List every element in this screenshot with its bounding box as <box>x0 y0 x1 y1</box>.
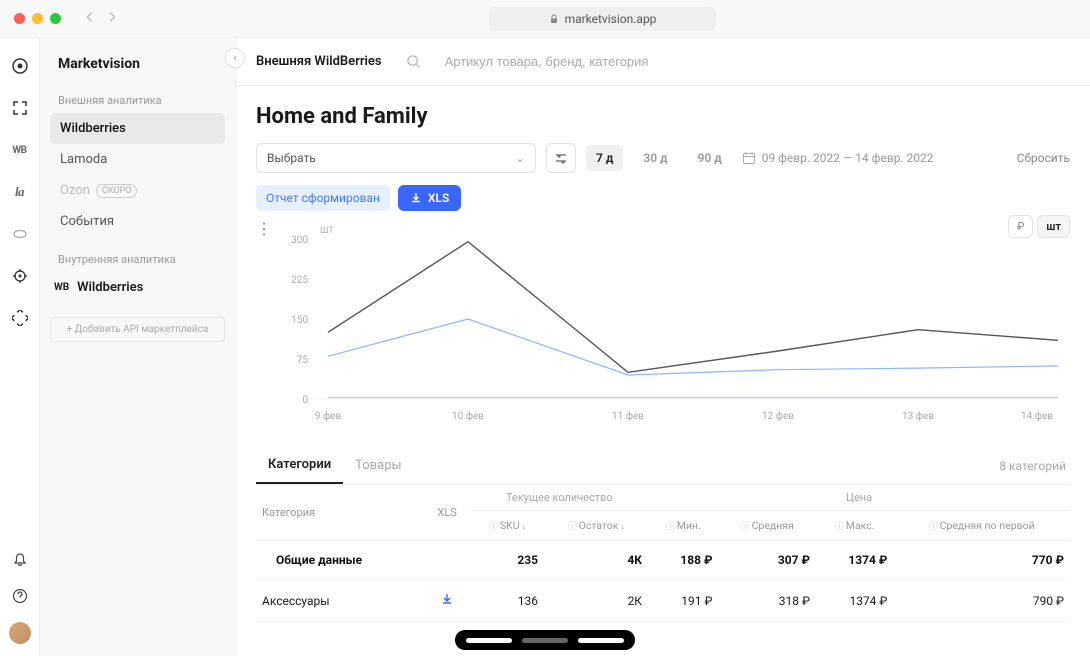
th-xls: XLS <box>424 485 471 541</box>
window-controls <box>14 13 61 24</box>
th-max[interactable]: ⓘМакс. <box>816 511 893 541</box>
chevron-down-icon: ⌄ <box>515 151 525 165</box>
th-group-qty: Текущее количество <box>471 485 649 511</box>
ozon-icon[interactable] <box>10 224 30 244</box>
th-sku[interactable]: ⓘSKU↓ <box>471 511 545 541</box>
brand-logo: Marketvision <box>50 52 225 88</box>
reset-filters-link[interactable]: Сбросить <box>1017 151 1070 165</box>
collapse-icon[interactable] <box>10 308 30 328</box>
rail-la[interactable]: la <box>10 182 30 202</box>
maximize-window-icon[interactable] <box>50 13 61 24</box>
svg-text:10 фев: 10 фев <box>452 410 484 422</box>
svg-text:75: 75 <box>297 355 309 366</box>
bell-icon[interactable] <box>10 550 30 570</box>
search-icon <box>406 54 421 69</box>
avatar[interactable] <box>9 622 31 644</box>
svg-text:14 фев: 14 фев <box>1021 410 1053 422</box>
sidebar-item-events[interactable]: События <box>50 206 225 237</box>
unit-rub[interactable]: ₽ <box>1008 215 1033 238</box>
svg-text:150: 150 <box>291 315 308 326</box>
home-indicator <box>455 630 635 650</box>
report-status-badge: Отчет сформирован <box>256 185 390 211</box>
sidebar-item-ozon: OzonСКОРО <box>50 175 225 206</box>
download-row-icon[interactable] <box>440 595 454 609</box>
data-table: Категория XLS Текущее количество Цена ⓘS… <box>256 485 1070 622</box>
svg-text:9 фев: 9 фев <box>315 410 342 422</box>
svg-text:225: 225 <box>291 275 308 286</box>
sidebar-item-wildberries[interactable]: Wildberries <box>50 113 225 144</box>
back-button[interactable] <box>83 10 97 28</box>
th-category[interactable]: Категория <box>256 485 424 541</box>
minimize-window-icon[interactable] <box>32 13 43 24</box>
range-30d[interactable]: 30 д <box>633 145 677 171</box>
chart-menu-button[interactable]: ⋮ <box>256 219 272 238</box>
crosshair-icon[interactable] <box>10 266 30 286</box>
svg-text:0: 0 <box>302 395 308 406</box>
range-7d[interactable]: 7 д <box>586 145 623 171</box>
search-input[interactable] <box>445 54 1070 69</box>
main-content: Внешняя WildBerries Home and Family Выбр… <box>236 38 1090 656</box>
topbar: Внешняя WildBerries <box>236 38 1090 86</box>
unit-pcs[interactable]: шт <box>1037 215 1070 238</box>
filter-row: Выбрать ⌄ 7 д 30 д 90 д 09 февр. 2022 — … <box>256 143 1070 173</box>
th-min[interactable]: ⓘМин. <box>648 511 718 541</box>
tab-products[interactable]: Товары <box>343 448 413 483</box>
calendar-icon <box>742 151 756 165</box>
address-bar[interactable]: marketvision.app <box>489 7 717 31</box>
th-group-price: Цена <box>648 485 1070 511</box>
export-xls-button[interactable]: XLS <box>398 185 461 211</box>
tab-categories[interactable]: Категории <box>256 447 343 484</box>
svg-text:12 фев: 12 фев <box>762 410 794 422</box>
close-window-icon[interactable] <box>14 13 25 24</box>
sidebar-internal-wildberries[interactable]: WB Wildberries <box>50 272 225 303</box>
category-count: 8 категорий <box>999 459 1070 473</box>
table-row-total: Общие данные 235 4К 188 ₽ 307 ₽ 1374 ₽ 7… <box>256 541 1070 580</box>
browser-titlebar: marketvision.app <box>0 0 1090 38</box>
svg-text:300: 300 <box>291 235 308 246</box>
sidebar-section-external: Внешняя аналитика <box>50 88 225 113</box>
table-row[interactable]: Аксессуары 136 2К 191 ₽ 318 ₽ 1374 ₽ 790… <box>256 580 1070 622</box>
filter-settings-button[interactable] <box>546 143 576 173</box>
url-text: marketvision.app <box>565 12 657 26</box>
soon-badge: СКОРО <box>96 184 138 198</box>
date-range-picker[interactable]: 09 февр. 2022 — 14 февр. 2022 <box>742 151 934 165</box>
line-chart-svg: ШТ 300 225 150 75 0 9 фев 10 фев <box>256 219 1070 439</box>
sidebar-section-internal: Внутренняя аналитика <box>50 247 225 272</box>
svg-text:13 фев: 13 фев <box>902 410 934 422</box>
rail-wb[interactable]: WB <box>10 140 30 160</box>
forward-button[interactable] <box>105 10 119 28</box>
breadcrumb: Внешняя WildBerries <box>256 54 382 69</box>
svg-text:ШТ: ШТ <box>320 226 334 236</box>
svg-text:11 фев: 11 фев <box>612 410 644 422</box>
chart: ⋮ ₽ шт ШТ 300 225 150 75 0 <box>256 219 1070 443</box>
th-avg-first[interactable]: ⓘСредняя по первой <box>893 511 1070 541</box>
th-avg[interactable]: ⓘСредняя <box>718 511 816 541</box>
page-title: Home and Family <box>256 104 1070 129</box>
th-stock[interactable]: ⓘОстаток↓ <box>544 511 648 541</box>
help-icon[interactable] <box>10 586 30 606</box>
sidebar-item-lamoda[interactable]: Lamoda <box>50 144 225 175</box>
target-icon[interactable] <box>10 56 30 76</box>
expand-icon[interactable] <box>10 98 30 118</box>
sidebar: ‹ Marketvision Внешняя аналитика Wildber… <box>40 38 236 656</box>
unit-toggle: ₽ шт <box>1008 215 1070 238</box>
category-select[interactable]: Выбрать ⌄ <box>256 143 536 173</box>
data-tabs: Категории Товары 8 категорий <box>256 447 1070 485</box>
range-90d[interactable]: 90 д <box>688 145 732 171</box>
download-icon <box>410 192 422 204</box>
collapse-sidebar-button[interactable]: ‹ <box>225 48 245 68</box>
add-api-button[interactable]: + Добавить API маркетплейса <box>50 317 225 342</box>
lock-icon <box>549 14 559 24</box>
icon-rail: WB la <box>0 38 40 656</box>
